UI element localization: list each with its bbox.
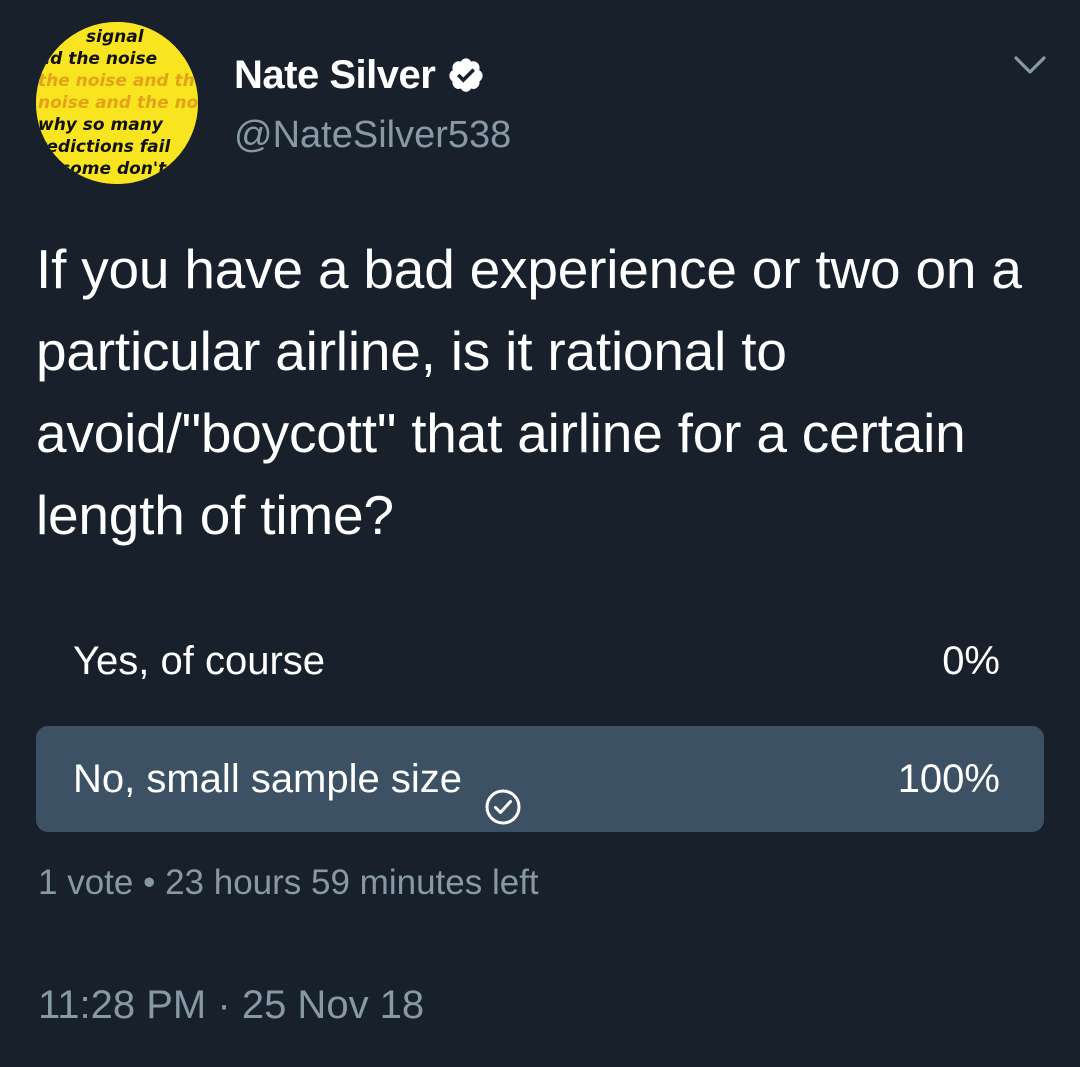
- author-handle[interactable]: @NateSilver538: [234, 110, 511, 160]
- tweet-text: If you have a bad experience or two on a…: [36, 238, 1022, 546]
- author-name[interactable]: Nate Silver: [234, 50, 485, 100]
- poll-option: Yes, of course 0%: [36, 608, 1044, 714]
- avatar-line: nd the noise: [38, 49, 157, 69]
- poll-option-percent: 0%: [942, 639, 1000, 683]
- avatar-line: redictions fail: [38, 137, 171, 157]
- avatar[interactable]: signal nd the noise the noise and th noi…: [36, 22, 198, 184]
- poll-vote-count: 1 vote: [38, 863, 134, 902]
- avatar-line: some don't: [60, 159, 167, 179]
- author-name-text[interactable]: Nate Silver: [234, 50, 436, 100]
- timestamp-date[interactable]: 25 Nov 18: [242, 983, 424, 1027]
- avatar-line: noise and the no: [38, 93, 198, 113]
- poll-option-label: No, small sample size: [73, 757, 463, 801]
- poll-time-left: 23 hours 59 minutes left: [165, 863, 539, 902]
- poll-meta: 1 vote • 23 hours 59 minutes left: [38, 858, 539, 908]
- timestamp-time[interactable]: 11:28 PM: [38, 983, 206, 1027]
- tweet-timestamp[interactable]: 11:28 PM · 25 Nov 18: [38, 978, 424, 1032]
- avatar-line: signal: [86, 27, 145, 47]
- timestamp-separator: ·: [217, 983, 231, 1027]
- poll-option: No, small sample size 100%: [36, 726, 1044, 832]
- avatar-line: why so many: [38, 115, 164, 135]
- poll-option-label: Yes, of course: [73, 639, 326, 683]
- chevron-down-icon[interactable]: [1010, 50, 1050, 80]
- meta-separator: •: [143, 863, 156, 902]
- avatar-line: the noise and th: [38, 71, 195, 91]
- verified-badge-icon: [447, 56, 485, 94]
- check-circle-icon: [484, 760, 522, 825]
- poll-option-percent: 100%: [897, 757, 1000, 801]
